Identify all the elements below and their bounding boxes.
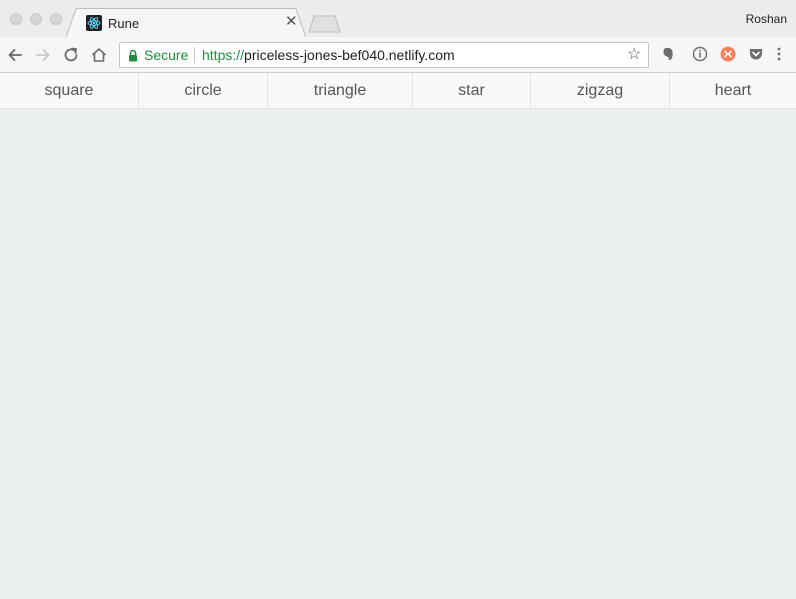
reload-icon[interactable] xyxy=(62,46,80,64)
close-window-button[interactable] xyxy=(10,13,22,25)
home-icon[interactable] xyxy=(90,46,108,64)
pocket-icon[interactable] xyxy=(748,46,764,62)
extension-icon[interactable] xyxy=(720,46,736,62)
browser-tab[interactable]: Rune ✕ xyxy=(66,8,306,38)
tab-close-icon[interactable]: ✕ xyxy=(285,14,298,30)
nav-item-zigzag[interactable]: zigzag xyxy=(531,73,670,108)
evernote-icon[interactable] xyxy=(660,46,676,62)
url-scheme: https:// xyxy=(202,47,245,63)
info-icon[interactable] xyxy=(692,46,708,62)
nav-item-square[interactable]: square xyxy=(0,73,139,108)
canvas-area xyxy=(0,109,796,599)
tab-title: Rune xyxy=(108,16,140,31)
nav-item-star[interactable]: star xyxy=(413,73,531,108)
profile-name[interactable]: Roshan xyxy=(746,12,787,26)
new-tab-button[interactable] xyxy=(306,15,342,33)
browser-toolbar: Secure https://priceless-jones-bef040.ne… xyxy=(0,37,796,73)
bookmark-star-icon[interactable]: ☆ xyxy=(627,46,641,64)
secure-label: Secure xyxy=(144,47,189,63)
nav-item-heart[interactable]: heart xyxy=(670,73,796,108)
forward-icon[interactable] xyxy=(34,46,52,64)
url-text[interactable]: https://priceless-jones-bef040.netlify.c… xyxy=(202,47,455,63)
lock-icon xyxy=(129,49,137,62)
shape-nav: square circle triangle star zigzag heart xyxy=(0,73,796,109)
address-separator xyxy=(194,47,195,63)
maximize-window-button[interactable] xyxy=(50,13,62,25)
tab-shape xyxy=(66,8,306,38)
nav-item-circle[interactable]: circle xyxy=(139,73,268,108)
back-icon[interactable] xyxy=(6,46,24,64)
url-host: priceless-jones-bef040.netlify.com xyxy=(244,47,455,63)
browser-titlebar: Rune ✕ Roshan xyxy=(0,0,796,38)
react-atom-icon xyxy=(86,15,102,31)
minimize-window-button[interactable] xyxy=(30,13,42,25)
nav-item-triangle[interactable]: triangle xyxy=(268,73,413,108)
address-bar[interactable]: Secure https://priceless-jones-bef040.ne… xyxy=(119,42,649,68)
menu-icon[interactable] xyxy=(772,46,786,62)
